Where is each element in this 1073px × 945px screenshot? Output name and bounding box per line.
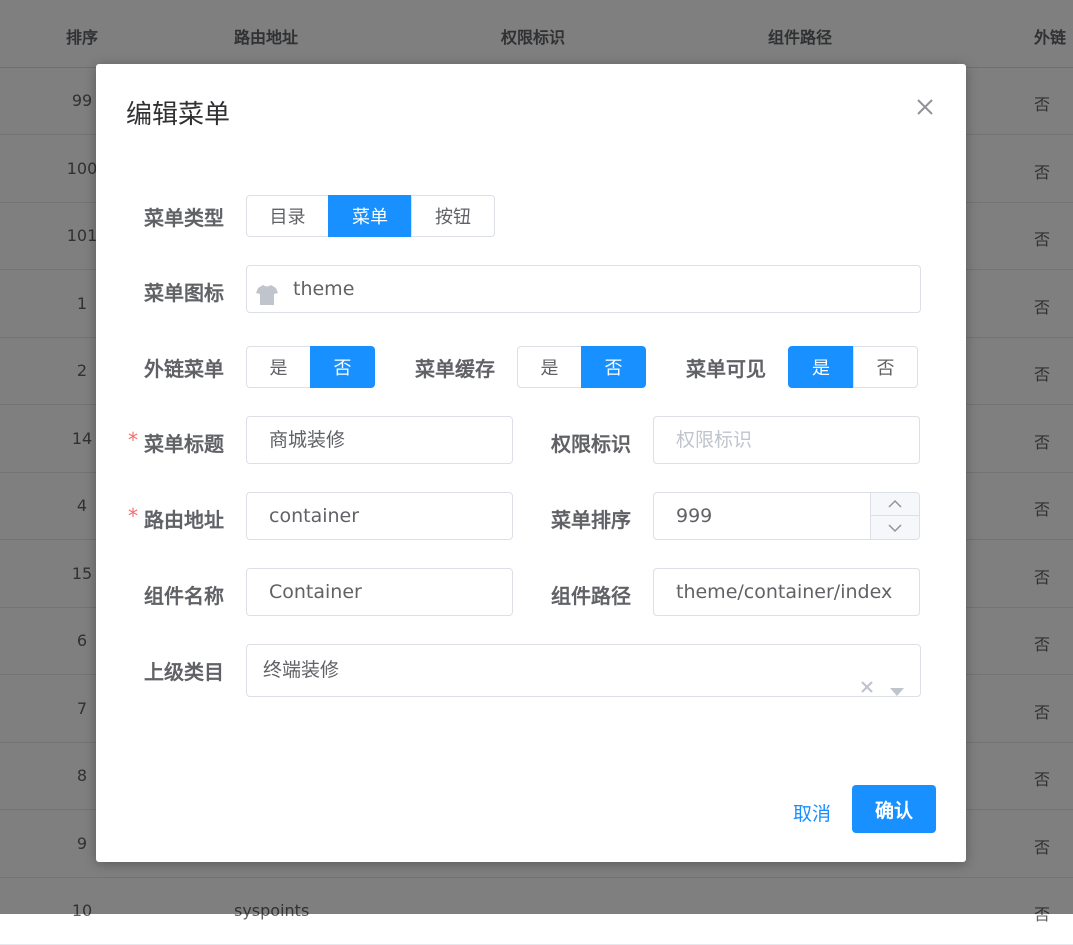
menu-icon-label: 菜单图标 [144,281,224,305]
menu-icon-value: theme [293,278,355,300]
component-name-label: 组件名称 [144,584,224,608]
menu-type-button[interactable]: 按钮 [411,195,495,237]
parent-select[interactable]: 终端装修 [246,644,921,697]
caret-down-icon[interactable] [890,666,904,696]
sort-value: 999 [676,505,713,527]
clear-icon[interactable] [860,663,874,696]
permission-label: 权限标识 [551,432,631,456]
shirt-icon [255,278,279,312]
visible-yes[interactable]: 是 [788,346,854,388]
external-no[interactable]: 否 [310,346,375,388]
visible-no[interactable]: 否 [853,346,918,388]
dialog-title: 编辑菜单 [126,100,231,130]
cache-yes[interactable]: 是 [517,346,582,388]
sort-number-input[interactable]: 999 [653,492,920,540]
route-label: 路由地址 [144,508,224,532]
cache-label: 菜单缓存 [415,357,495,381]
permission-input[interactable]: 权限标识 [653,416,920,464]
menu-type-group: 目录 菜单 按钮 [246,195,495,237]
edit-menu-dialog: 编辑菜单 菜单类型 目录 菜单 按钮 菜单图标 theme 外链菜单 是 否 菜… [96,64,966,862]
parent-label: 上级类目 [144,660,224,684]
cache-no[interactable]: 否 [581,346,646,388]
component-path-input[interactable]: theme/container/index [653,568,920,616]
menu-type-label: 菜单类型 [144,206,224,230]
visible-label: 菜单可见 [686,357,766,381]
component-name-input[interactable]: Container [246,568,513,616]
external-yes[interactable]: 是 [246,346,311,388]
sort-stepper [870,493,919,539]
required-mark: * [128,428,138,452]
route-input[interactable]: container [246,492,513,540]
chevron-down-icon[interactable] [871,516,919,539]
menu-title-label: 菜单标题 [144,432,224,456]
external-label: 外链菜单 [144,357,224,381]
cache-group: 是 否 [517,346,646,388]
visible-group: 是 否 [788,346,918,388]
confirm-button[interactable]: 确认 [852,785,936,833]
sort-label: 菜单排序 [551,508,631,532]
external-group: 是 否 [246,346,375,388]
menu-type-menu[interactable]: 菜单 [328,195,412,237]
component-path-label: 组件路径 [551,584,631,608]
parent-value: 终端装修 [263,659,340,681]
menu-type-directory[interactable]: 目录 [246,195,329,237]
menu-icon-input[interactable]: theme [246,265,921,313]
chevron-up-icon[interactable] [871,493,919,516]
menu-title-input[interactable]: 商城装修 [246,416,513,464]
close-icon[interactable] [914,96,936,118]
cancel-button[interactable]: 取消 [793,799,831,826]
required-mark: * [128,504,138,528]
